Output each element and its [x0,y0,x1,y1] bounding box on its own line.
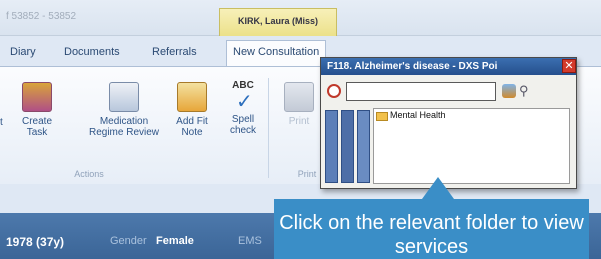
print-label: Print [288,116,310,127]
close-icon[interactable]: ✕ [562,59,576,73]
callout-text: Click on the relevant folder to view ser… [279,212,584,258]
create-task-button[interactable]: Create Task [14,82,60,138]
tab-documents[interactable]: Documents [64,46,120,58]
alert-icon[interactable] [327,84,341,98]
patient-name-tab[interactable]: KIRK, Laura (Miss) [219,8,337,36]
side-tab-1[interactable] [325,110,338,183]
add-fit-note-label-1: Add Fit [176,116,208,127]
fit-note-icon [177,82,207,112]
spell-check-label-2: check [229,125,257,136]
callout-arrow [422,177,454,199]
spell-check-button[interactable]: ABC ✓ Spell check [224,80,262,136]
popup-title: F118. Alzheimer's disease - DXS Poi [321,58,576,75]
ribbon-cut-label: t [0,117,3,128]
folder-icon [376,112,388,121]
ribbon-separator [268,78,269,178]
side-tab-2[interactable] [341,110,354,183]
spell-check-icon-text: ABC [232,80,254,91]
side-tab-3[interactable] [357,110,370,183]
add-fit-note-button[interactable]: Add Fit Note [170,82,214,138]
tree-item-mental-health[interactable]: Mental Health [390,110,446,120]
tab-diary[interactable]: Diary [10,46,36,58]
patient-dob: 1978 (37y) [6,235,65,249]
group-label-print: Print [297,169,317,179]
medication-review-icon [109,82,139,112]
tab-referrals[interactable]: Referrals [152,46,197,58]
patient-ids: f 53852 - 53852 [6,11,77,22]
spell-check-icon: ABC ✓ [224,80,262,114]
tab-new-consultation[interactable]: New Consultation [226,40,327,66]
side-tabs [325,110,370,183]
add-fit-note-label-2: Note [181,127,203,138]
spell-check-label-1: Spell [231,114,255,125]
create-task-label-1: Create [21,116,52,127]
group-label-actions: Actions [74,169,104,179]
print-button[interactable]: Print [282,82,316,127]
gender-value: Female [156,235,194,247]
search-icon[interactable]: ⚲ [519,83,529,99]
create-task-icon [22,82,52,112]
ems-label: EMS [238,235,262,247]
search-input[interactable] [346,82,496,101]
create-task-label-2: Task [26,127,48,138]
printer-icon [284,82,314,112]
settings-icon[interactable] [502,84,516,98]
medication-review-label-1: Medication [99,116,149,127]
gender-label: Gender [110,235,147,247]
medication-regime-review-button[interactable]: Medication Regime Review [86,82,162,138]
medication-review-label-2: Regime Review [88,127,160,138]
